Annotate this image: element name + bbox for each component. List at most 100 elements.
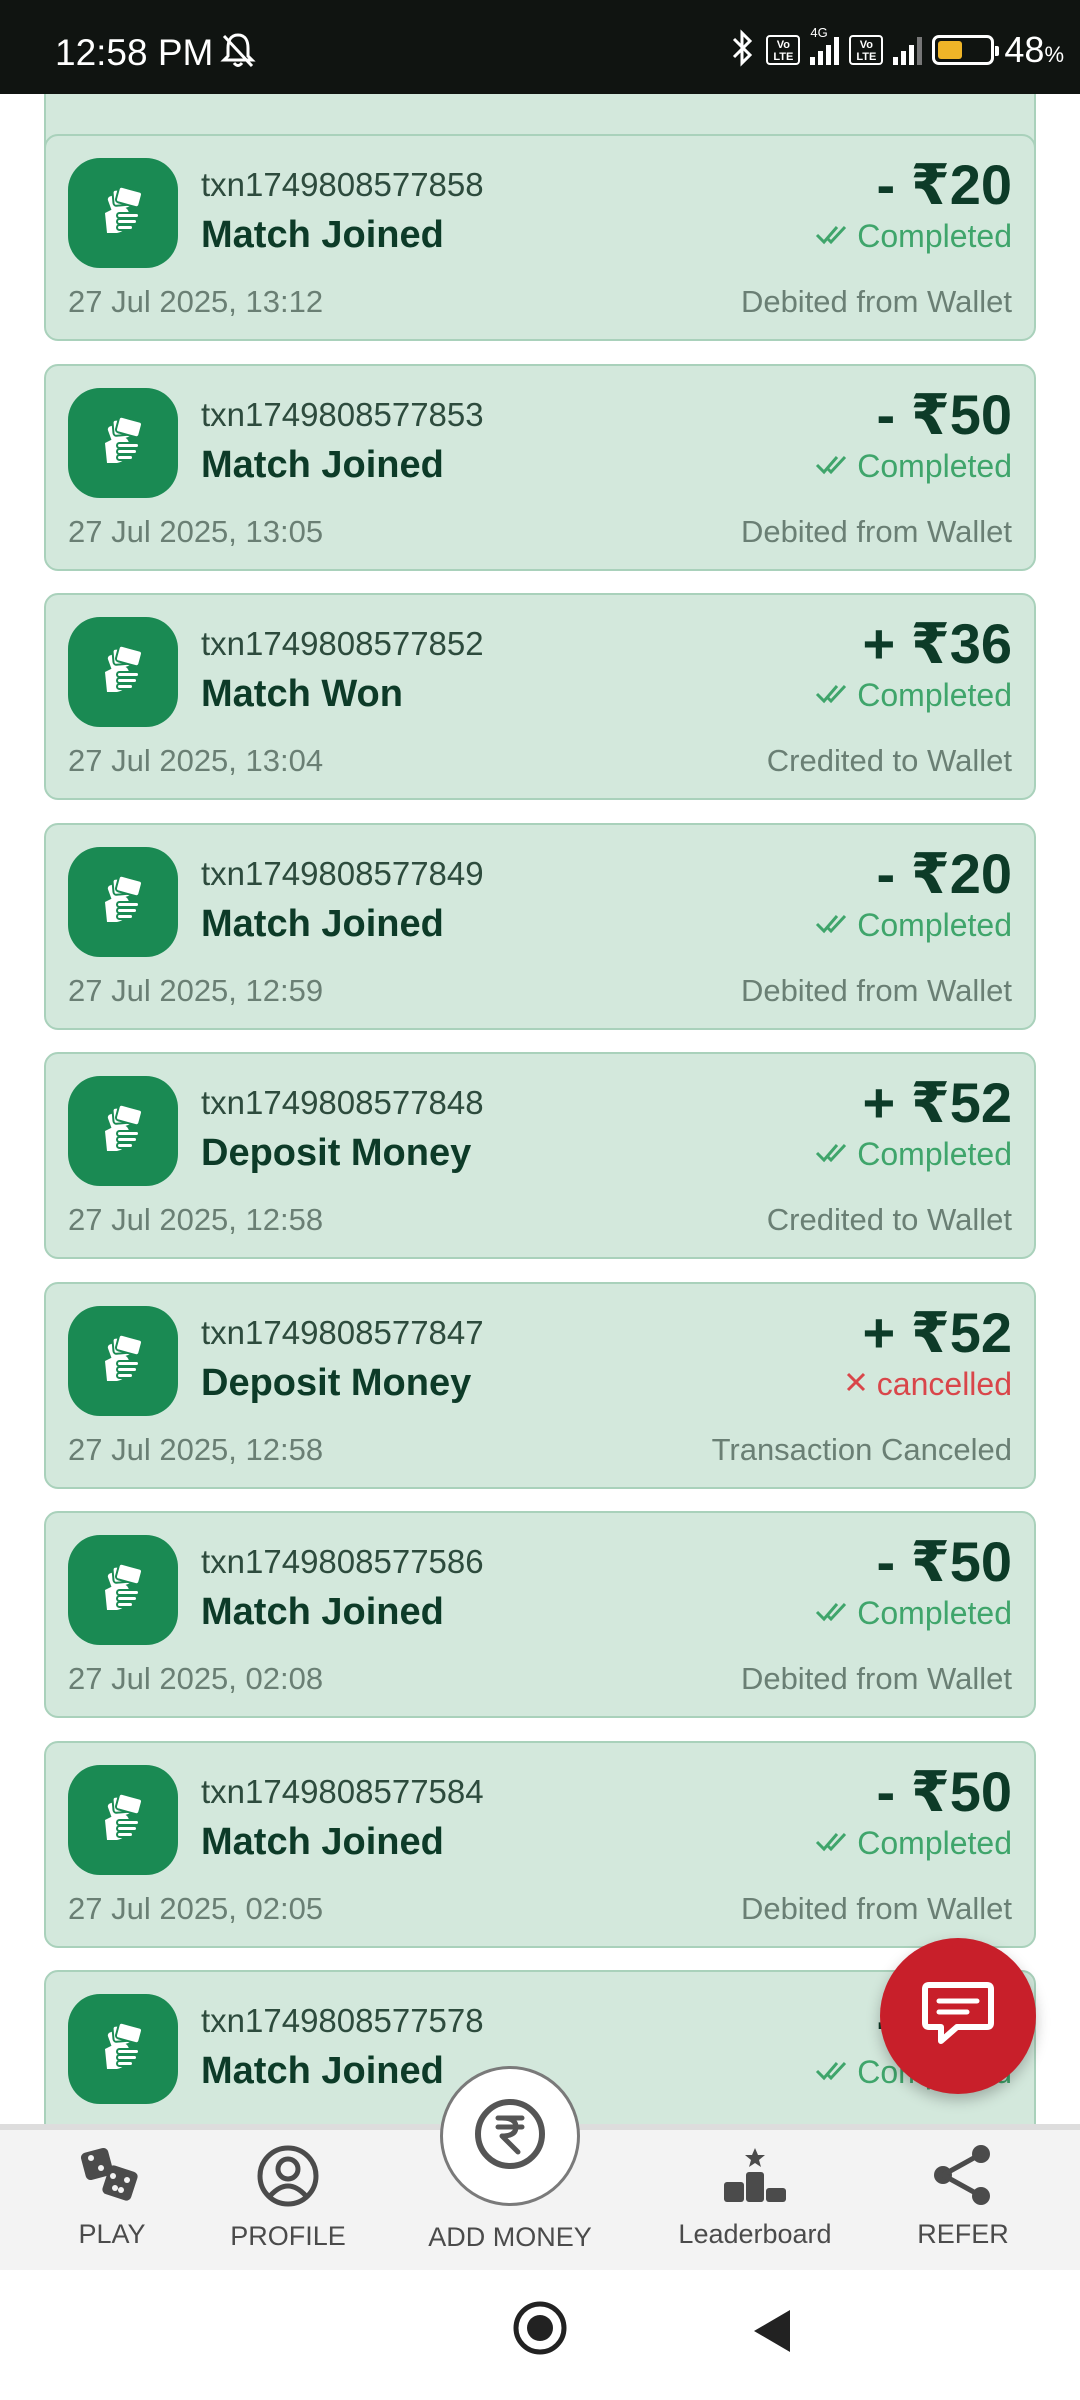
profile-icon — [256, 2144, 320, 2215]
transaction-status: Completed — [815, 677, 1012, 714]
transaction-note: Debited from Wallet — [740, 972, 1012, 1008]
battery-percent: 48 — [1004, 29, 1045, 70]
money-icon — [68, 617, 178, 727]
transaction-amount: - ₹50 — [876, 1530, 1012, 1593]
double-check-icon — [815, 677, 849, 714]
nav-refer[interactable]: REFER — [908, 2144, 1018, 2250]
transaction-amount: + ₹52 — [862, 1071, 1012, 1134]
battery-unit: % — [1044, 42, 1064, 67]
status-text: Completed — [857, 447, 1012, 484]
transaction-id: txn1749808577853 — [201, 395, 484, 433]
money-icon — [68, 1305, 178, 1416]
double-check-icon — [815, 2054, 849, 2091]
transaction-card[interactable]: txn1749808577849 Match Joined 27 Jul 202… — [44, 822, 1036, 1030]
transaction-note: Transaction Canceled — [711, 1431, 1012, 1467]
status-text: Completed — [857, 218, 1012, 254]
transaction-date: 27 Jul 2025, 12:58 — [68, 1431, 324, 1467]
transaction-card[interactable]: txn1749808577852 Match Won 27 Jul 2025, … — [44, 593, 1036, 800]
transaction-title: Match Joined — [201, 2050, 444, 2092]
cross-icon — [843, 1366, 869, 1403]
add-money-label[interactable]: ADD MONEY — [400, 2222, 620, 2253]
status-text: cancelled — [876, 1365, 1012, 1402]
transaction-note: Debited from Wallet — [740, 284, 1012, 319]
transaction-card[interactable]: txn1749808577848 Deposit Money 27 Jul 20… — [44, 1052, 1036, 1259]
transaction-note: Credited to Wallet — [766, 1202, 1012, 1237]
double-check-icon — [815, 1595, 849, 1632]
money-icon — [68, 846, 178, 957]
status-text: Completed — [857, 1595, 1012, 1631]
bottom-nav: PLAY PROFILE ADD MONEY Leaderboard REFER — [0, 2066, 1080, 2270]
transaction-title: Deposit Money — [201, 1361, 472, 1404]
transaction-date: 27 Jul 2025, 02:08 — [68, 1661, 324, 1696]
signal-icon-2 — [893, 35, 923, 65]
transaction-title: Match Won — [201, 673, 403, 715]
transaction-card[interactable]: txn1749808577847 Deposit Money 27 Jul 20… — [44, 1281, 1036, 1489]
status-time: 12:58 PM — [55, 32, 214, 73]
battery-text: 48% — [1004, 29, 1064, 71]
transaction-note: Debited from Wallet — [740, 1661, 1012, 1696]
home-icon[interactable] — [512, 2300, 568, 2361]
add-money-button[interactable] — [440, 2066, 580, 2206]
transaction-title: Deposit Money — [201, 1132, 472, 1174]
transaction-id: txn1749808577578 — [201, 2002, 484, 2039]
transaction-status: Completed — [815, 1136, 1012, 1173]
chat-button[interactable] — [880, 1938, 1036, 2094]
rupee-icon — [472, 2096, 548, 2177]
double-check-icon — [815, 1136, 849, 1173]
transaction-id: txn1749808577584 — [201, 1772, 484, 1810]
status-text: Completed — [857, 1136, 1012, 1172]
transaction-title: Match Joined — [201, 1820, 444, 1863]
transaction-title: Match Joined — [201, 214, 444, 256]
transaction-list[interactable]: txn1749808577858 Match Joined 27 Jul 202… — [0, 94, 1080, 2124]
status-text: Completed — [857, 677, 1012, 713]
nav-profile[interactable]: PROFILE — [228, 2144, 348, 2252]
transaction-amount: - ₹50 — [876, 382, 1012, 446]
transaction-title: Match Joined — [201, 902, 444, 945]
double-check-icon — [815, 448, 849, 485]
transaction-amount: + ₹52 — [862, 1300, 1012, 1364]
money-icon — [68, 1764, 178, 1875]
transaction-card[interactable]: txn1749808577584 Match Joined 27 Jul 202… — [44, 1740, 1036, 1948]
nav-leaderboard[interactable]: Leaderboard — [670, 2144, 840, 2250]
system-nav — [0, 2270, 1080, 2400]
transaction-date: 27 Jul 2025, 12:59 — [68, 972, 324, 1008]
nav-leaderboard-label: Leaderboard — [678, 2219, 832, 2249]
transaction-note: Credited to Wallet — [766, 743, 1012, 778]
status-text: Completed — [857, 1824, 1012, 1861]
network-type: 4G — [810, 25, 828, 40]
battery-icon — [932, 35, 1000, 65]
signal-icon: 4G — [810, 25, 840, 65]
transaction-card[interactable]: txn1749808577586 Match Joined 27 Jul 202… — [44, 1511, 1036, 1718]
transaction-status: Completed — [815, 1825, 1012, 1862]
transaction-card[interactable]: txn1749808577853 Match Joined 27 Jul 202… — [44, 363, 1036, 571]
transaction-status: Completed — [815, 907, 1012, 944]
bell-off-icon — [218, 30, 258, 75]
transaction-note: Debited from Wallet — [740, 1890, 1012, 1926]
transaction-id: txn1749808577847 — [201, 1313, 484, 1351]
transaction-status: Completed — [815, 448, 1012, 485]
back-icon[interactable] — [750, 2306, 794, 2361]
nav-play[interactable]: PLAY — [62, 2144, 162, 2250]
money-icon — [68, 1076, 178, 1186]
transaction-id: txn1749808577852 — [201, 625, 484, 662]
transaction-status: cancelled — [843, 1366, 1012, 1403]
transaction-amount: + ₹36 — [862, 612, 1012, 675]
status-text: Completed — [857, 906, 1012, 943]
volte-badge-2: Vo LTE — [849, 35, 884, 65]
transaction-amount: - ₹20 — [876, 841, 1012, 905]
chat-icon — [921, 1979, 995, 2054]
transaction-date: 27 Jul 2025, 12:58 — [68, 1202, 324, 1237]
nav-play-label: PLAY — [78, 2219, 146, 2249]
dice-icon — [77, 2144, 147, 2213]
transaction-status: Completed — [815, 1595, 1012, 1632]
transaction-id: txn1749808577849 — [201, 854, 484, 892]
double-check-icon — [815, 1825, 849, 1862]
transaction-status: Completed — [815, 218, 1012, 255]
money-icon — [68, 1994, 178, 2104]
transaction-date: 27 Jul 2025, 13:04 — [68, 743, 324, 778]
volte-badge: Vo LTE — [766, 35, 801, 65]
transaction-card[interactable]: txn1749808577858 Match Joined 27 Jul 202… — [44, 134, 1036, 341]
transaction-title: Match Joined — [201, 1591, 444, 1633]
transaction-id: txn1749808577858 — [201, 166, 484, 203]
transaction-amount: - ₹20 — [876, 153, 1012, 216]
